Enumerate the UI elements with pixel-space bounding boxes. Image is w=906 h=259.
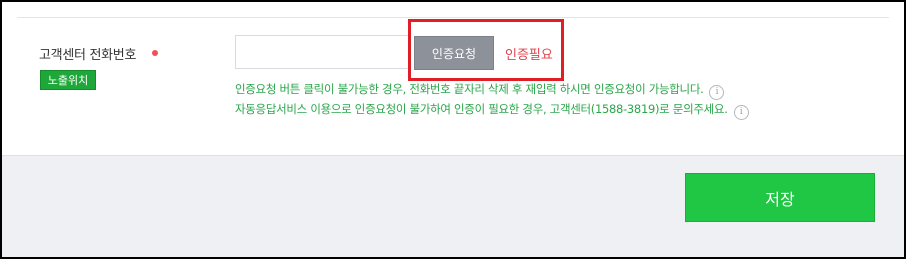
save-button[interactable]: 저장 (685, 173, 875, 222)
verify-status-text: 인증필요 (505, 48, 553, 63)
divider (17, 17, 889, 18)
settings-frame: 고객센터 전화번호 노출위치 인증요청 인증필요 인증요청 버튼 클릭이 불가능… (0, 0, 906, 259)
exposure-badge[interactable]: 노출위치 (40, 70, 96, 90)
info-icon[interactable]: i (733, 105, 749, 120)
notice-line-2: 자동응답서비스 이용으로 인증요청이 불가하여 인증이 필요한 경우, 고객센터… (235, 101, 749, 120)
notice-text-2: 자동응답서비스 이용으로 인증요청이 불가하여 인증이 필요한 경우, 고객센터… (235, 102, 728, 116)
phone-input[interactable] (235, 35, 411, 69)
verify-request-button[interactable]: 인증요청 (414, 36, 494, 70)
notice-text-1: 인증요청 버튼 클릭이 불가능한 경우, 전화번호 끝자리 삭제 후 재입력 하… (235, 82, 704, 96)
phone-settings-card: 고객센터 전화번호 노출위치 인증요청 인증필요 인증요청 버튼 클릭이 불가능… (2, 2, 904, 156)
phone-field-label: 고객센터 전화번호 (39, 48, 137, 63)
info-icon[interactable]: i (709, 85, 725, 100)
notice-line-1: 인증요청 버튼 클릭이 불가능한 경우, 전화번호 끝자리 삭제 후 재입력 하… (235, 81, 725, 100)
required-dot-icon (152, 50, 158, 56)
